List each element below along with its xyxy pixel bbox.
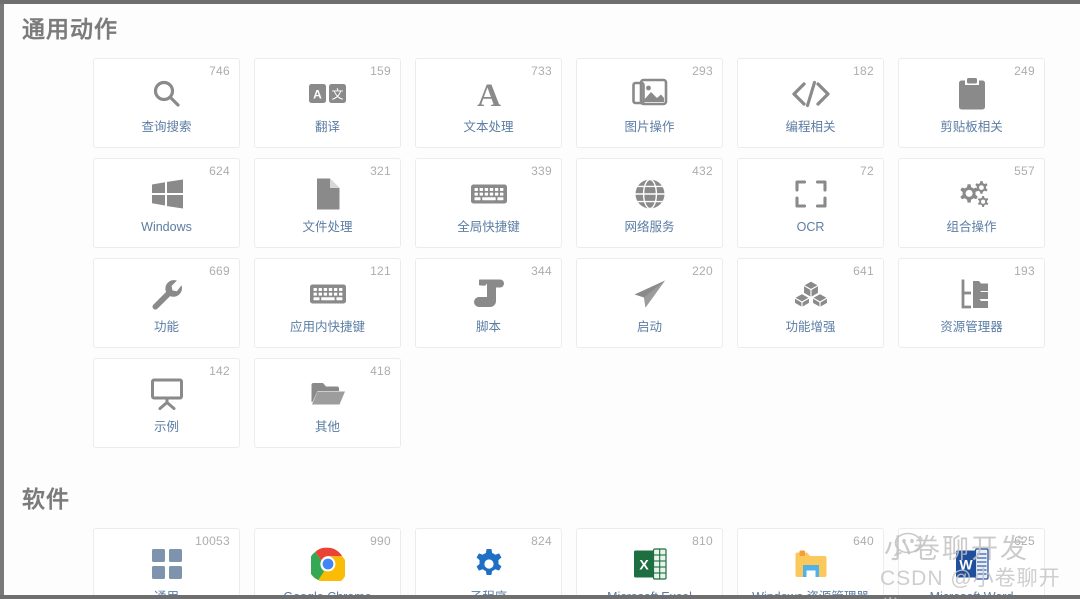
svg-text:X: X <box>639 557 649 573</box>
category-card[interactable]: 624 Windows <box>93 158 240 248</box>
category-card[interactable]: 432 网络服务 <box>576 158 723 248</box>
card-count: 418 <box>370 364 391 378</box>
category-card[interactable]: 182 编程相关 <box>737 58 884 148</box>
section-title-software: 软件 <box>22 486 70 512</box>
card-count: 339 <box>531 164 552 178</box>
card-count: 220 <box>692 264 713 278</box>
svg-text:文: 文 <box>331 87 343 102</box>
card-label: 资源管理器 <box>940 320 1003 334</box>
category-card[interactable]: 640 Windows 资源管理器 <box>737 528 884 595</box>
card-count: 249 <box>1014 64 1035 78</box>
card-count: 321 <box>370 164 391 178</box>
card-label: Windows <box>141 220 192 234</box>
category-card[interactable]: 293 图片操作 <box>576 58 723 148</box>
category-card[interactable]: 746 查询搜索 <box>93 58 240 148</box>
svg-text:W: W <box>959 557 973 573</box>
card-count: 557 <box>1014 164 1035 178</box>
card-count: 824 <box>531 534 552 548</box>
card-count: 641 <box>853 264 874 278</box>
card-count: 432 <box>692 164 713 178</box>
window-frame-bottom <box>0 595 1080 599</box>
category-card[interactable]: 249 剪贴板相关 <box>898 58 1045 148</box>
card-label: 全局快捷键 <box>457 220 520 234</box>
card-count: 10053 <box>195 534 230 548</box>
card-label: 应用内快捷键 <box>289 320 365 334</box>
card-label: Windows 资源管理器 <box>752 591 869 595</box>
app-screenshot: 通用动作 746 查询搜索 159 A 文翻译 733 A 文本处理 293 图片操作 182 编程相… <box>0 0 1080 599</box>
card-label: OCR <box>796 220 825 234</box>
category-card[interactable]: 418 其他 <box>254 358 401 448</box>
card-label: 查询搜索 <box>141 120 192 134</box>
card-label: 文件处理 <box>302 220 353 234</box>
section-title-general-actions: 通用动作 <box>22 16 118 42</box>
card-count: 142 <box>209 364 230 378</box>
category-card[interactable]: 641 功能增强 <box>737 258 884 348</box>
svg-text:A: A <box>477 78 501 111</box>
svg-text:A: A <box>313 88 322 102</box>
category-card[interactable]: 824 子程序 <box>415 528 562 595</box>
card-count: 624 <box>209 164 230 178</box>
category-card[interactable]: 142 示例 <box>93 358 240 448</box>
card-label: Microsoft Excel <box>607 591 692 595</box>
card-count: 733 <box>531 64 552 78</box>
category-card[interactable]: 193 资源管理器 <box>898 258 1045 348</box>
card-label: 组合操作 <box>946 220 997 234</box>
card-label: Microsoft Word <box>930 591 1014 595</box>
card-count: 746 <box>209 64 230 78</box>
category-card[interactable]: 159 A 文翻译 <box>254 58 401 148</box>
category-card[interactable]: 733 A 文本处理 <box>415 58 562 148</box>
category-card[interactable]: 220 启动 <box>576 258 723 348</box>
card-label: 图片操作 <box>624 120 675 134</box>
card-label: Google Chrome <box>283 591 371 595</box>
category-card[interactable]: 72 OCR <box>737 158 884 248</box>
category-card[interactable]: 10053 通用 <box>93 528 240 595</box>
card-label: 脚本 <box>475 320 501 334</box>
card-count: 990 <box>370 534 391 548</box>
card-count: 159 <box>370 64 391 78</box>
card-label: 网络服务 <box>624 220 675 234</box>
card-label: 功能 <box>153 320 179 334</box>
card-count: 625 <box>1014 534 1035 548</box>
card-count: 344 <box>531 264 552 278</box>
card-label: 文本处理 <box>463 120 514 134</box>
card-count: 669 <box>209 264 230 278</box>
card-label: 通用 <box>154 591 179 595</box>
card-grid-general-actions: 746 查询搜索 159 A 文翻译 733 A 文本处理 293 图片操作 182 编程相关 249 剪… <box>4 58 1080 458</box>
category-card[interactable]: 990 Google Chrome <box>254 528 401 595</box>
page-content: 通用动作 746 查询搜索 159 A 文翻译 733 A 文本处理 293 图片操作 182 编程相… <box>4 4 1080 595</box>
category-card[interactable]: 121 应用内快捷键 <box>254 258 401 348</box>
card-count: 810 <box>692 534 713 548</box>
section-software: 软件 10053 通用 990 Google Chrome 824 子程序 810 X Micr… <box>4 480 1080 595</box>
card-label: 示例 <box>153 420 179 434</box>
category-card[interactable]: 625 W Microsoft Word <box>898 528 1045 595</box>
card-label: 编程相关 <box>785 120 836 134</box>
card-label: 其他 <box>314 420 340 434</box>
card-label: 翻译 <box>314 120 340 134</box>
category-card[interactable]: 339 全局快捷键 <box>415 158 562 248</box>
card-count: 193 <box>1014 264 1035 278</box>
card-count: 121 <box>370 264 391 278</box>
category-card[interactable]: 344 脚本 <box>415 258 562 348</box>
category-card[interactable]: 321 文件处理 <box>254 158 401 248</box>
category-card[interactable]: 810 X Microsoft Excel <box>576 528 723 595</box>
card-count: 72 <box>860 164 874 178</box>
card-count: 293 <box>692 64 713 78</box>
card-grid-software: 10053 通用 990 Google Chrome 824 子程序 810 X Microso… <box>4 528 1080 595</box>
category-card[interactable]: 557 组合操作 <box>898 158 1045 248</box>
card-count: 182 <box>853 64 874 78</box>
category-card[interactable]: 669 功能 <box>93 258 240 348</box>
card-count: 640 <box>853 534 874 548</box>
card-label: 剪贴板相关 <box>940 120 1003 134</box>
section-general-actions: 通用动作 746 查询搜索 159 A 文翻译 733 A 文本处理 293 图片操作 182 编程相… <box>4 4 1080 458</box>
card-label: 启动 <box>636 320 662 334</box>
card-label: 子程序 <box>470 591 508 595</box>
card-label: 功能增强 <box>785 320 836 334</box>
